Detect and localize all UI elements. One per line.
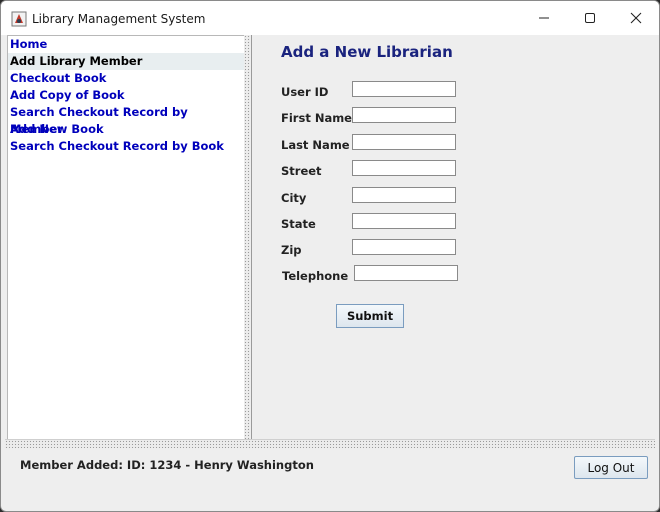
last-name-label: Last Name: [281, 138, 350, 152]
maximize-icon: [585, 13, 595, 23]
zip-field[interactable]: [352, 239, 456, 255]
telephone-field[interactable]: [354, 265, 458, 281]
nav-item-add-library-member[interactable]: Add Library Member: [8, 53, 244, 70]
state-label: State: [281, 217, 316, 231]
nav-item-home[interactable]: Home: [8, 36, 244, 53]
vertical-split-divider[interactable]: [244, 35, 250, 439]
log-out-button[interactable]: Log Out: [574, 456, 648, 479]
close-icon: [630, 12, 642, 24]
nav-item-checkout-book[interactable]: Checkout Book: [8, 70, 244, 87]
add-member-form: Add a New Librarian User ID First Name L…: [251, 35, 656, 439]
first-name-label: First Name: [281, 111, 352, 125]
nav-item-search-checkout-by-member[interactable]: Search Checkout Record by Member: [8, 104, 244, 136]
street-label: Street: [281, 164, 322, 178]
status-message: Member Added: ID: 1234 - Henry Washingto…: [20, 458, 314, 472]
title-bar[interactable]: Library Management System: [1, 1, 659, 35]
java-app-icon: [11, 11, 27, 27]
city-label: City: [281, 191, 307, 205]
horizontal-split-divider[interactable]: [5, 439, 655, 448]
first-name-field[interactable]: [352, 107, 456, 123]
nav-item-search-checkout-by-book[interactable]: Search Checkout Record by Book: [8, 138, 244, 155]
form-title: Add a New Librarian: [281, 43, 453, 61]
navigation-list[interactable]: Home Add Library Member Checkout Book Ad…: [7, 35, 245, 440]
minimize-button[interactable]: [521, 1, 567, 35]
close-button[interactable]: [613, 1, 659, 35]
zip-label: Zip: [281, 243, 302, 257]
user-id-field[interactable]: [352, 81, 456, 97]
nav-item-add-new-book[interactable]: Add New Book: [8, 121, 244, 138]
street-field[interactable]: [352, 160, 456, 176]
state-field[interactable]: [352, 213, 456, 229]
nav-item-add-copy-of-book[interactable]: Add Copy of Book: [8, 87, 244, 104]
city-field[interactable]: [352, 187, 456, 203]
last-name-field[interactable]: [352, 134, 456, 150]
window-title: Library Management System: [32, 12, 206, 26]
minimize-icon: [539, 17, 549, 19]
user-id-label: User ID: [281, 85, 329, 99]
telephone-label: Telephone: [282, 269, 349, 283]
maximize-button[interactable]: [567, 1, 613, 35]
main-content: Home Add Library Member Checkout Book Ad…: [5, 35, 656, 440]
app-window: Library Management System Home Add Libra…: [0, 0, 660, 512]
submit-button[interactable]: Submit: [336, 304, 404, 328]
